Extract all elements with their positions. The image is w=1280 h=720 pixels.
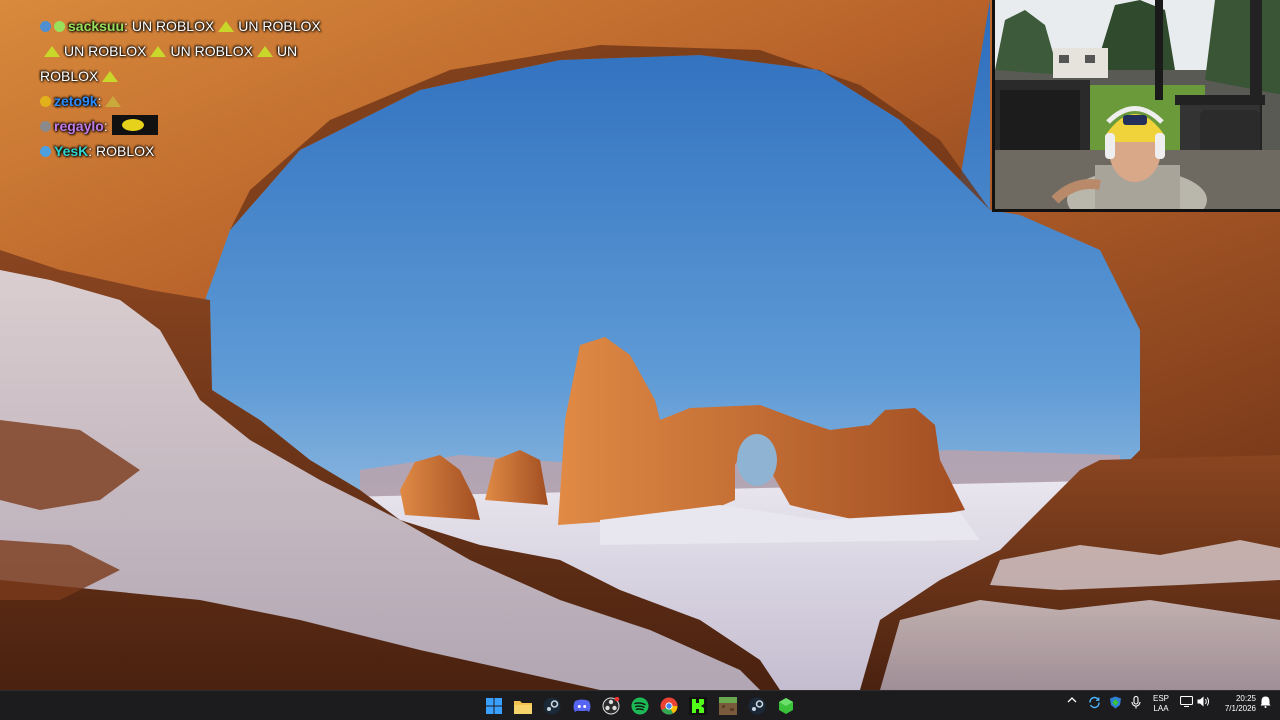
taskbar-file-explorer[interactable] bbox=[512, 695, 534, 717]
chat-text: UN ROBLOX bbox=[170, 43, 253, 59]
taskbar-obs[interactable] bbox=[600, 695, 622, 717]
chat-text: ROBLOX bbox=[40, 68, 99, 84]
kick-icon bbox=[689, 697, 707, 715]
minecraft-icon bbox=[719, 697, 737, 715]
bell-icon bbox=[1260, 696, 1270, 708]
start-button[interactable] bbox=[483, 695, 505, 717]
taskbar-game-app[interactable] bbox=[775, 695, 797, 717]
chat-username: zeto9k bbox=[54, 93, 98, 109]
system-clock[interactable]: 20:25 7/1/2026 bbox=[1212, 694, 1256, 714]
chat-colon: : bbox=[88, 143, 97, 159]
user-badge-icon bbox=[40, 21, 51, 32]
emote-icon bbox=[105, 96, 122, 107]
triangle-emote-icon bbox=[44, 46, 60, 57]
tray-network-icon[interactable] bbox=[1179, 696, 1193, 707]
notification-center-button[interactable] bbox=[1258, 696, 1272, 708]
chat-message: YesK: ROBLOX bbox=[40, 139, 350, 164]
clock-time: 20:25 bbox=[1235, 694, 1256, 703]
sync-icon bbox=[1088, 696, 1100, 709]
folder-icon bbox=[514, 700, 532, 714]
chat-username: YesK bbox=[54, 143, 89, 159]
user-badge-icon bbox=[40, 96, 51, 107]
chrome-icon bbox=[660, 697, 678, 715]
tray-security-icon[interactable] bbox=[1108, 696, 1122, 709]
taskbar-discord[interactable] bbox=[571, 695, 593, 717]
windows-taskbar: ESP LAA 20:25 7/1/2026 bbox=[0, 690, 1280, 720]
chat-username: sacksuu bbox=[68, 18, 125, 34]
show-hidden-icons-button[interactable] bbox=[1066, 696, 1078, 704]
discord-icon bbox=[573, 699, 591, 712]
shield-icon bbox=[1109, 696, 1121, 709]
tray-volume-icon[interactable] bbox=[1196, 696, 1210, 707]
network-monitor-icon bbox=[1179, 696, 1193, 707]
language-code: ESP bbox=[1152, 694, 1169, 703]
steam-icon bbox=[748, 697, 766, 715]
keyboard-layout-code: LAA bbox=[1153, 704, 1169, 713]
taskbar-steam[interactable] bbox=[541, 695, 563, 717]
microphone-icon bbox=[1131, 696, 1141, 709]
triangle-emote-icon bbox=[102, 71, 119, 82]
triangle-emote-icon bbox=[218, 21, 235, 32]
chat-message: sacksuu: UN ROBLOX UN ROBLOX UN ROBLOX UN … bbox=[40, 14, 350, 89]
spotify-icon bbox=[631, 697, 649, 715]
steam-icon bbox=[543, 697, 561, 715]
webcam-feed-image bbox=[995, 0, 1280, 209]
chat-message: zeto9k: bbox=[40, 89, 350, 114]
taskbar-kick[interactable] bbox=[687, 695, 709, 717]
stream-chat-overlay: sacksuu: UN ROBLOX UN ROBLOX UN ROBLOX UN … bbox=[40, 14, 350, 164]
input-language-indicator[interactable]: ESP LAA bbox=[1150, 694, 1172, 714]
speaker-icon bbox=[1197, 696, 1209, 707]
taskbar-spotify[interactable] bbox=[629, 695, 651, 717]
chat-colon: : bbox=[97, 93, 102, 109]
obs-icon bbox=[602, 697, 620, 715]
chat-text: UN bbox=[276, 43, 298, 59]
chat-colon: : bbox=[124, 18, 132, 34]
chevron-up-icon bbox=[1067, 697, 1077, 703]
windows-logo-icon bbox=[486, 698, 502, 714]
minion-emote-icon bbox=[111, 115, 158, 135]
clock-date: 7/1/2026 bbox=[1224, 704, 1256, 713]
user-badge-icon bbox=[40, 146, 51, 157]
tray-microphone-icon[interactable] bbox=[1129, 696, 1143, 709]
triangle-emote-icon bbox=[256, 46, 273, 57]
webcam-overlay bbox=[992, 0, 1280, 212]
chat-text: ROBLOX bbox=[96, 143, 155, 159]
taskbar-chrome[interactable] bbox=[658, 695, 680, 717]
chat-colon: : bbox=[103, 118, 108, 134]
user-badge-icon bbox=[40, 121, 51, 132]
green-cube-icon bbox=[779, 698, 793, 714]
triangle-emote-icon bbox=[150, 46, 167, 57]
tray-sync-icon[interactable] bbox=[1087, 696, 1101, 709]
chat-username: regaylo bbox=[54, 118, 104, 134]
taskbar-minecraft[interactable] bbox=[717, 695, 739, 717]
chat-text: UN ROBLOX bbox=[131, 18, 215, 34]
user-badge-icon bbox=[54, 21, 65, 32]
chat-text: UN ROBLOX bbox=[238, 18, 321, 34]
taskbar-steam-2[interactable] bbox=[746, 695, 768, 717]
chat-text: UN ROBLOX bbox=[64, 43, 147, 59]
chat-message: regaylo: bbox=[40, 114, 350, 139]
